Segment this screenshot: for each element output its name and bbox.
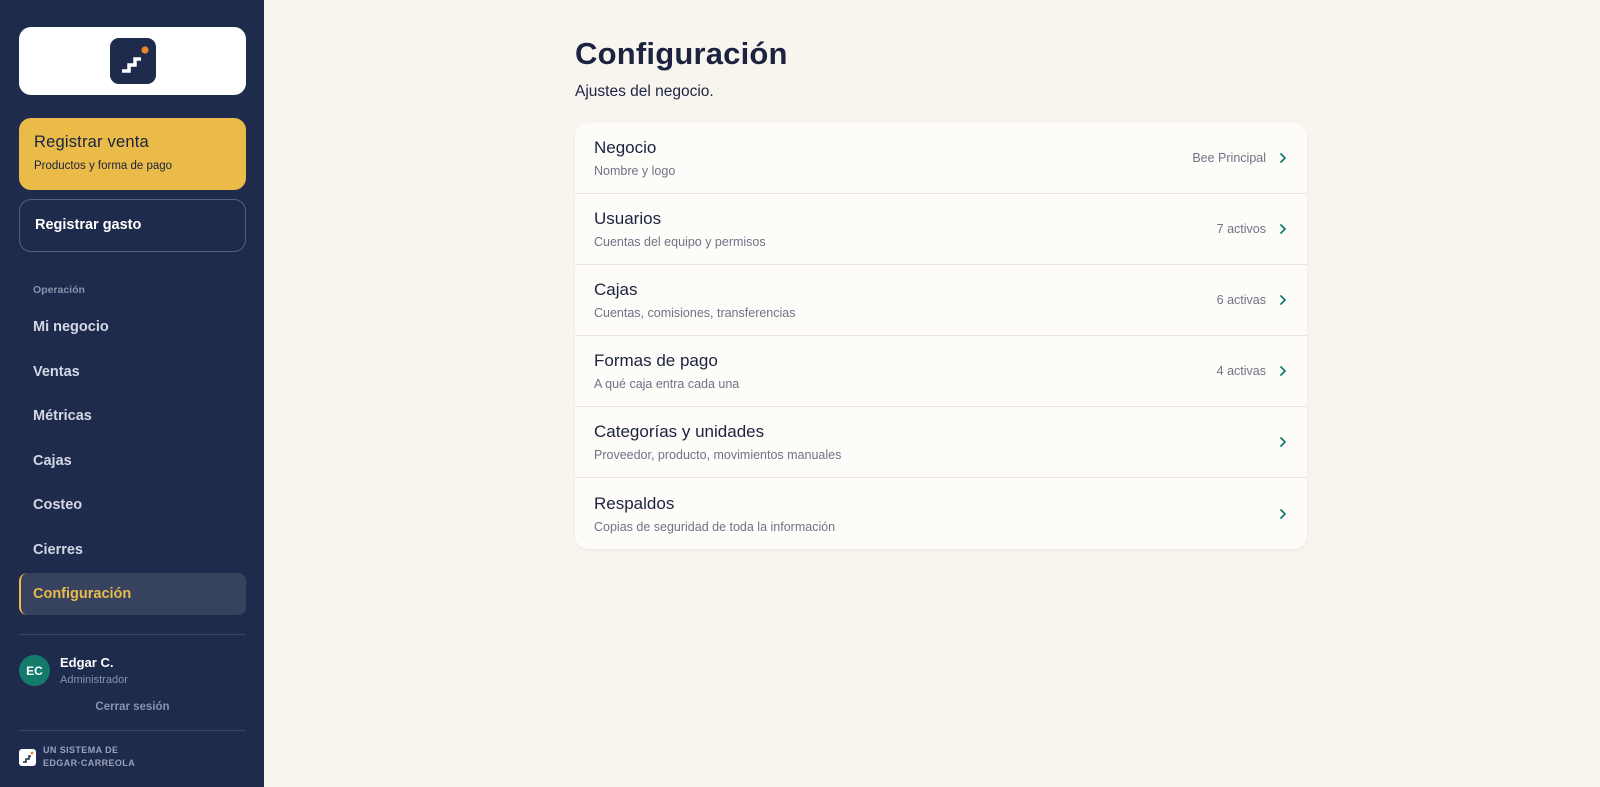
settings-row-value: Bee Principal — [1192, 151, 1266, 165]
settings-row-title: Formas de pago — [594, 351, 718, 370]
settings-row-description: Nombre y logo — [594, 164, 676, 178]
sidebar-nav: Mi negocio Ventas Métricas Cajas Costeo … — [19, 306, 246, 618]
register-sale-button[interactable]: Registrar venta Productos y forma de pag… — [19, 118, 246, 190]
settings-row-negocio[interactable]: Negocio Nombre y logo Bee Principal — [575, 123, 1307, 194]
register-sale-subtitle: Productos y forma de pago — [34, 160, 173, 172]
logout-button[interactable]: Cerrar sesión — [19, 701, 246, 713]
chevron-right-icon — [1280, 224, 1286, 234]
chevron-right-icon — [1280, 508, 1286, 519]
settings-row-title: Cajas — [594, 280, 638, 299]
settings-row-description: Proveedor, producto, movimientos manuale… — [594, 448, 842, 462]
page-subtitle: Ajustes del negocio. — [575, 83, 714, 100]
nav-section-label: Operación — [33, 284, 85, 296]
settings-row-description: Copias de seguridad de toda la informaci… — [594, 519, 836, 534]
footer-logo-icon — [19, 748, 36, 766]
settings-row-description: Cuentas del equipo y permisos — [594, 235, 766, 249]
register-expense-button[interactable]: Registrar gasto — [19, 199, 246, 252]
settings-row-title: Negocio — [594, 138, 657, 157]
footer-line-1: UN SISTEMA DE — [43, 745, 119, 755]
user-name: Edgar C. — [60, 655, 114, 670]
sidebar-item-metricas[interactable]: Métricas — [19, 395, 246, 437]
settings-row-value: 7 activos — [1216, 222, 1266, 236]
sidebar-item-cajas[interactable]: Cajas — [19, 440, 246, 482]
settings-row-description: A qué caja entra cada una — [594, 377, 740, 391]
chevron-right-icon — [1280, 295, 1286, 305]
settings-list: Negocio Nombre y logo Bee Principal Usua… — [575, 123, 1307, 549]
sidebar-item-ventas[interactable]: Ventas — [19, 351, 246, 393]
sidebar-item-configuracion[interactable]: Configuración — [19, 573, 246, 615]
sidebar-item-mi-negocio[interactable]: Mi negocio — [19, 306, 246, 348]
page-title: Configuración — [575, 36, 788, 71]
settings-row-respaldos[interactable]: Respaldos Copias de seguridad de toda la… — [575, 478, 1307, 549]
settings-row-value: 6 activas — [1216, 293, 1266, 307]
settings-row-description: Cuentas, comisiones, transferencias — [594, 306, 796, 320]
sidebar: Registrar venta Productos y forma de pag… — [0, 0, 264, 787]
register-sale-title: Registrar venta — [34, 133, 149, 151]
user-role: Administrador — [60, 674, 128, 686]
sidebar-divider — [19, 634, 246, 635]
footer-credit: UN SISTEMA DE EDGAR·CARREOLA — [19, 744, 135, 770]
chevron-right-icon — [1280, 366, 1286, 376]
settings-row-categorias[interactable]: Categorías y unidades Proveedor, product… — [575, 407, 1307, 478]
sidebar-item-cierres[interactable]: Cierres — [19, 529, 246, 571]
settings-row-title: Usuarios — [594, 209, 662, 228]
user-profile: EC Edgar C. Administrador — [19, 655, 128, 686]
settings-row-cajas[interactable]: Cajas Cuentas, comisiones, transferencia… — [575, 265, 1307, 336]
sidebar-divider — [19, 730, 246, 731]
settings-row-value: 4 activas — [1216, 364, 1266, 378]
settings-row-title: Categorías y unidades — [594, 422, 765, 441]
chevron-right-icon — [1280, 437, 1286, 447]
brand-logo-card[interactable] — [19, 27, 246, 95]
main-content: Configuración Ajustes del negocio. Negoc… — [264, 0, 1600, 787]
footer-line-2: EDGAR·CARREOLA — [43, 758, 136, 768]
brand-logo-icon — [109, 38, 156, 84]
sidebar-item-costeo[interactable]: Costeo — [19, 484, 246, 526]
settings-row-formas-de-pago[interactable]: Formas de pago A qué caja entra cada una… — [575, 336, 1307, 407]
chevron-right-icon — [1280, 153, 1286, 163]
avatar: EC — [19, 655, 50, 686]
settings-row-title: Respaldos — [594, 493, 675, 513]
settings-row-usuarios[interactable]: Usuarios Cuentas del equipo y permisos 7… — [575, 194, 1307, 265]
